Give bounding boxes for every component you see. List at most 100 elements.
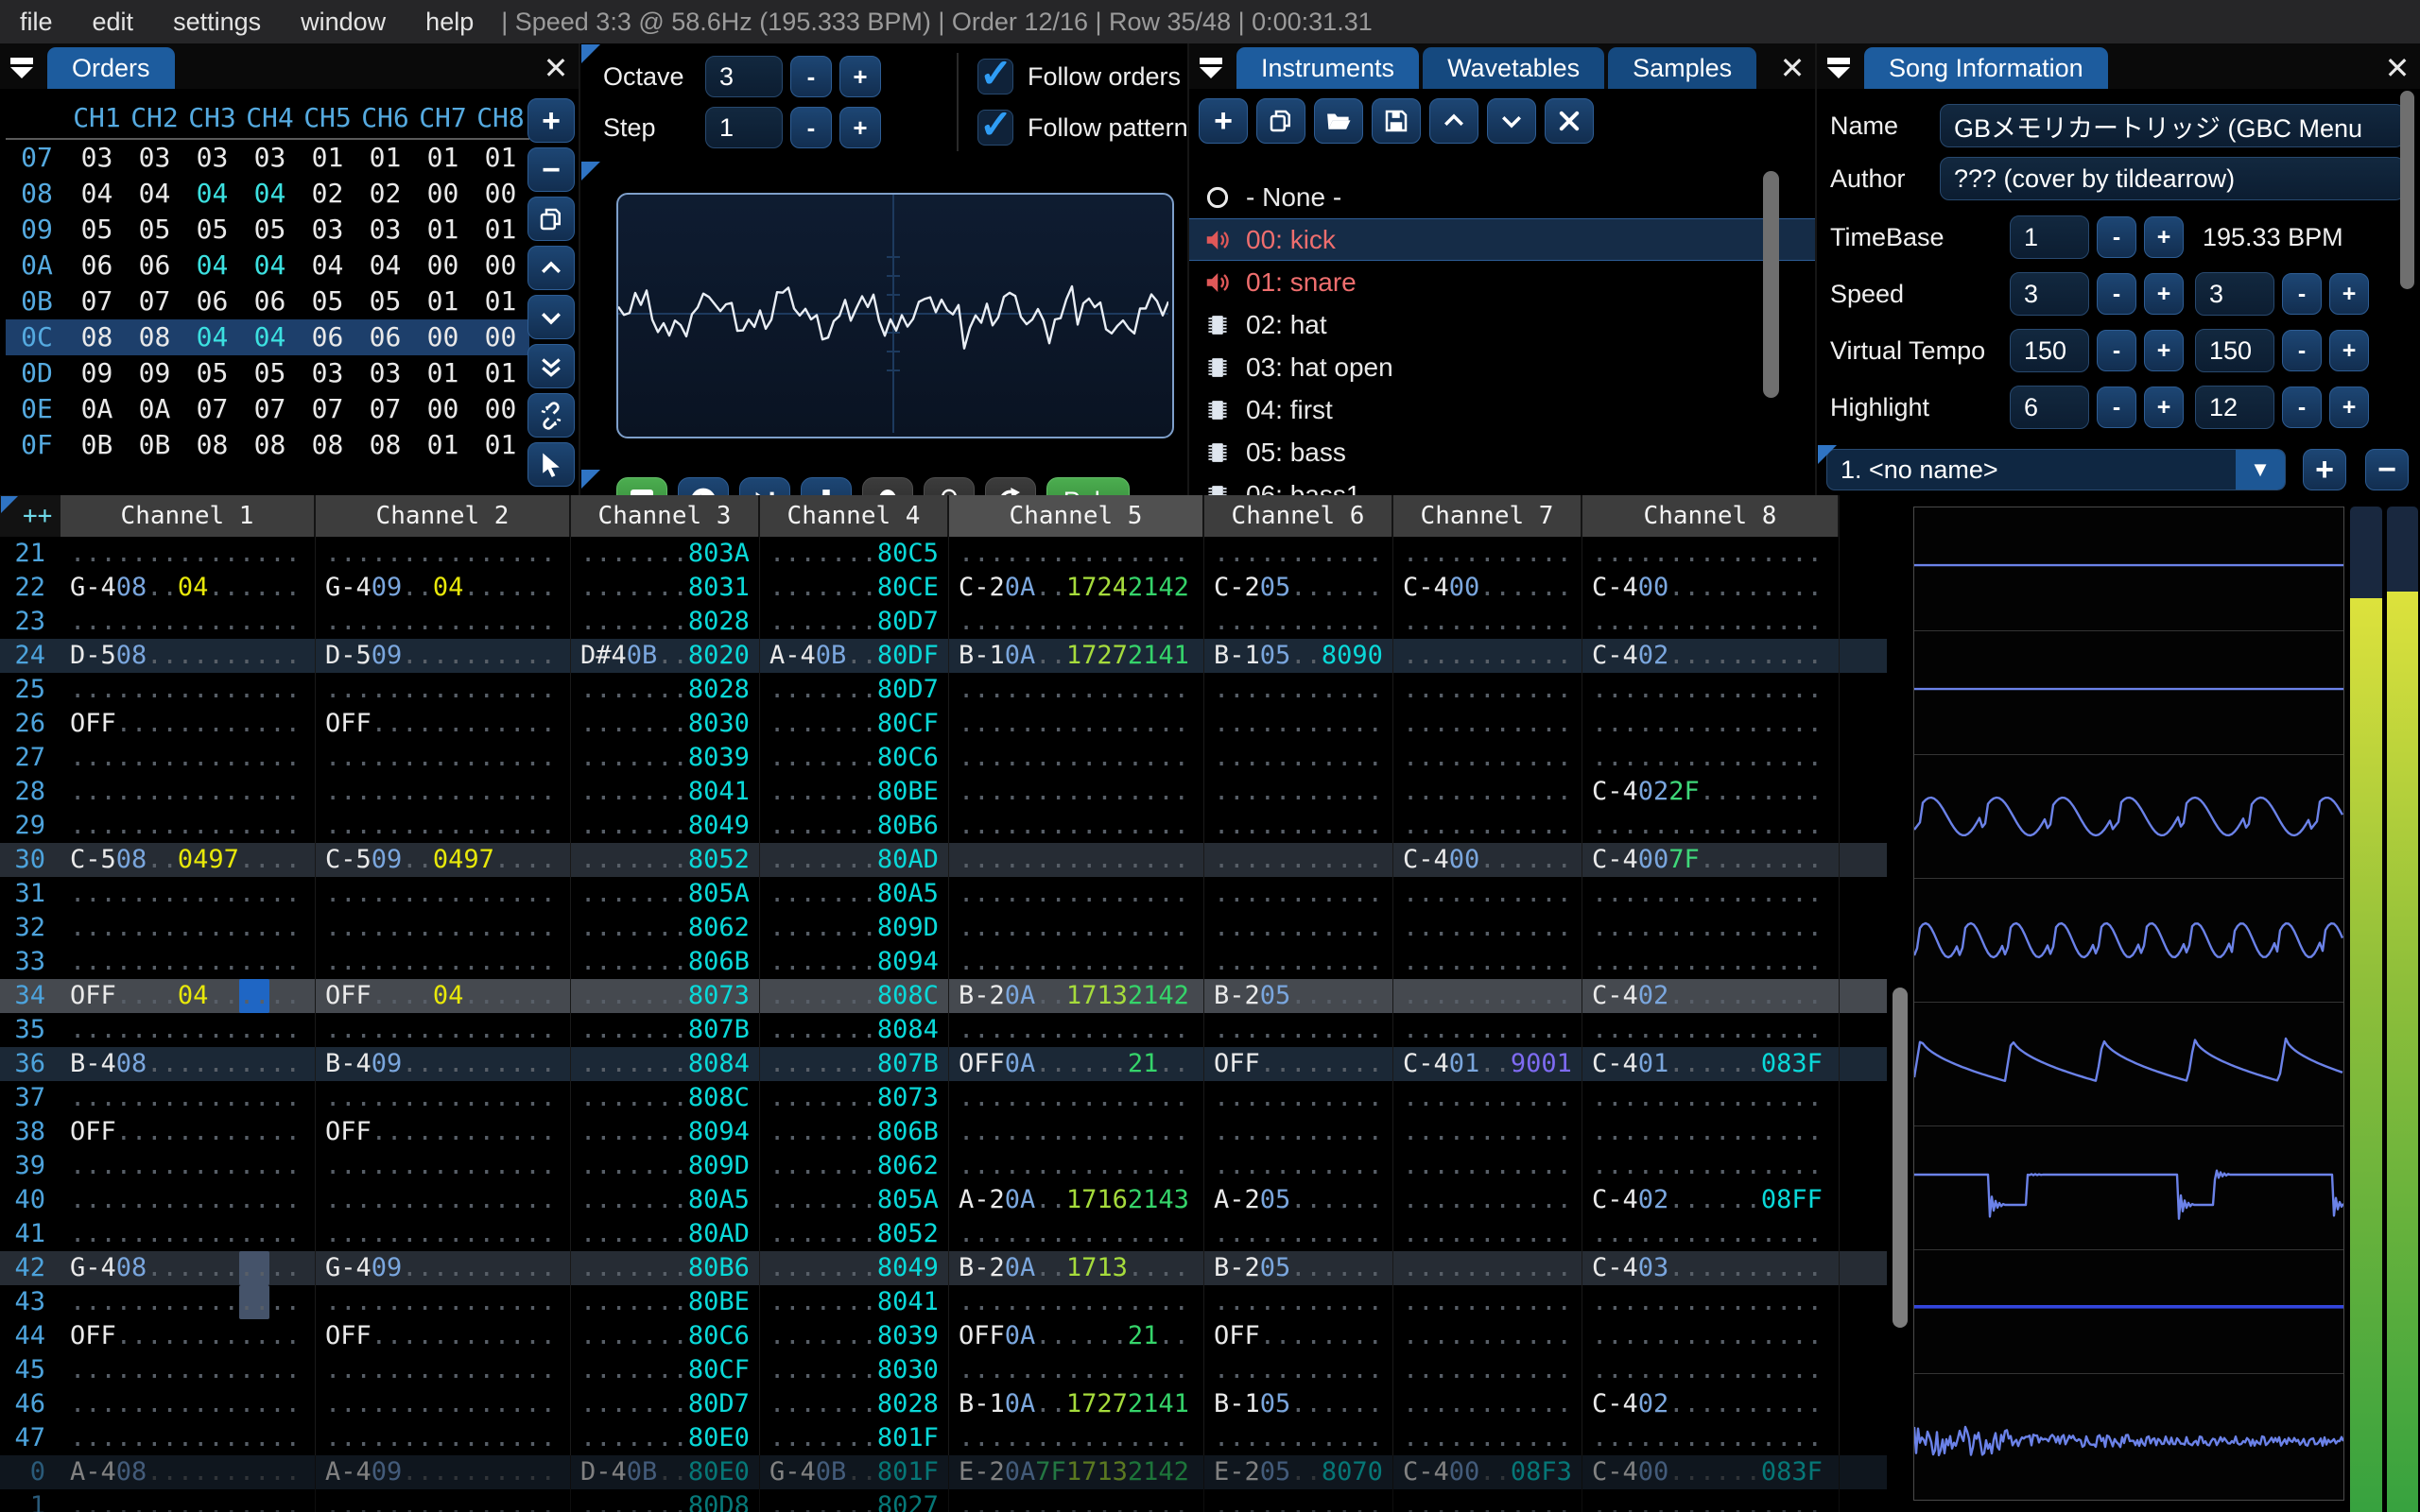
- order-cell[interactable]: 06: [241, 284, 299, 319]
- order-cell[interactable]: 01: [472, 355, 529, 391]
- pattern-cell[interactable]: G-408..........: [60, 1251, 316, 1285]
- pattern-cell[interactable]: ...........: [1204, 1217, 1393, 1251]
- pattern-cell[interactable]: .......8028: [571, 673, 760, 707]
- pattern-row[interactable]: 40.....................................8…: [0, 1183, 1887, 1217]
- order-cell[interactable]: 01: [414, 284, 472, 319]
- channel-header-4[interactable]: Channel 4: [760, 495, 949, 537]
- pattern-cell[interactable]: .......8030: [760, 1353, 949, 1387]
- highlight1-plus-button[interactable]: +: [2144, 387, 2184, 428]
- close-icon[interactable]: ✕: [2375, 47, 2420, 89]
- pattern-cell[interactable]: OFF............: [60, 1115, 316, 1149]
- pattern-cell[interactable]: ...............: [949, 741, 1204, 775]
- order-cell[interactable]: 06: [299, 319, 356, 355]
- pattern-cell[interactable]: ...............: [316, 1183, 571, 1217]
- pattern-cell[interactable]: ...........: [1393, 809, 1582, 843]
- orders-select-mode-button[interactable]: [527, 442, 575, 487]
- order-cell[interactable]: 04: [183, 319, 241, 355]
- order-cell[interactable]: 07: [356, 391, 414, 427]
- instrument-save-button[interactable]: [1372, 98, 1421, 144]
- pattern-cell[interactable]: ...............: [60, 1149, 316, 1183]
- pattern-cell[interactable]: C-403..........: [1582, 1251, 1840, 1285]
- order-cell[interactable]: 04: [241, 319, 299, 355]
- pattern-cell[interactable]: C-400......083F: [1582, 1455, 1840, 1489]
- order-cell[interactable]: 02: [356, 176, 414, 212]
- pattern-cell[interactable]: ...........: [1204, 537, 1393, 571]
- pattern-cell[interactable]: ...............: [60, 537, 316, 571]
- orders-row[interactable]: 0C0808040406060000: [6, 319, 529, 355]
- order-cell[interactable]: 05: [68, 212, 126, 248]
- order-cell[interactable]: 00: [414, 248, 472, 284]
- pattern-cell[interactable]: ...............: [949, 911, 1204, 945]
- pattern-cell[interactable]: ...........: [1393, 1183, 1582, 1217]
- pattern-cell[interactable]: E-205..8070: [1204, 1455, 1393, 1489]
- pattern-cell[interactable]: C-400..........: [1582, 571, 1840, 605]
- order-cell[interactable]: 02: [299, 176, 356, 212]
- order-cell[interactable]: 06: [126, 248, 183, 284]
- highlight1-value[interactable]: 6: [2010, 386, 2089, 429]
- order-cell[interactable]: 01: [414, 427, 472, 463]
- instrument-move-up-button[interactable]: [1429, 98, 1478, 144]
- instrument-item[interactable]: 04: first: [1189, 388, 1817, 431]
- pattern-cell[interactable]: ...............: [1582, 877, 1840, 911]
- pattern-cell[interactable]: .......8041: [760, 1285, 949, 1319]
- pattern-cell[interactable]: ...............: [60, 809, 316, 843]
- pattern-cell[interactable]: C-402......08FF: [1582, 1183, 1840, 1217]
- channel-header-3[interactable]: Channel 3: [571, 495, 760, 537]
- pattern-cell[interactable]: ...............: [1582, 1353, 1840, 1387]
- pattern-cell[interactable]: .......8031: [571, 571, 760, 605]
- pattern-cell[interactable]: C-400......: [1393, 843, 1582, 877]
- pattern-cell[interactable]: ...........: [1204, 877, 1393, 911]
- pattern-cell[interactable]: A-408..........: [60, 1455, 316, 1489]
- orders-row[interactable]: 080404040402020000: [6, 176, 529, 212]
- pattern-corner[interactable]: ++: [0, 495, 60, 537]
- pattern-row[interactable]: 21.....................................8…: [0, 537, 1887, 571]
- pattern-cell[interactable]: ...............: [316, 537, 571, 571]
- orders-move-down-button[interactable]: [527, 295, 575, 339]
- pattern-cell[interactable]: OFF0A......21..: [949, 1319, 1204, 1353]
- pattern-cell[interactable]: C-509..0497....: [316, 843, 571, 877]
- menu-item-edit[interactable]: edit: [73, 8, 154, 36]
- pattern-cell[interactable]: ...........: [1393, 707, 1582, 741]
- order-cell[interactable]: 04: [356, 248, 414, 284]
- pattern-row[interactable]: 33.....................................8…: [0, 945, 1887, 979]
- pattern-cell[interactable]: OFF............: [316, 1319, 571, 1353]
- pattern-cell[interactable]: .......80AD: [760, 843, 949, 877]
- pattern-cell[interactable]: ...............: [60, 1285, 316, 1319]
- pattern-row[interactable]: 34OFF....04......OFF....04.............8…: [0, 979, 1887, 1013]
- order-cell[interactable]: 03: [126, 140, 183, 176]
- pattern-cell[interactable]: ...........: [1204, 707, 1393, 741]
- pattern-cell[interactable]: ...............: [316, 1081, 571, 1115]
- pattern-cell[interactable]: .......8062: [760, 1149, 949, 1183]
- pattern-cell[interactable]: ...............: [60, 1387, 316, 1421]
- pattern-row[interactable]: 37.....................................8…: [0, 1081, 1887, 1115]
- pattern-cell[interactable]: ...............: [949, 843, 1204, 877]
- order-cell[interactable]: 0B: [126, 427, 183, 463]
- order-cell[interactable]: 01: [414, 212, 472, 248]
- highlight1-minus-button[interactable]: -: [2097, 387, 2136, 428]
- channel-header-7[interactable]: Channel 7: [1393, 495, 1582, 537]
- orders-row[interactable]: 0B0707060605050101: [6, 284, 529, 319]
- pattern-cell[interactable]: ...............: [1582, 945, 1840, 979]
- pattern-cell[interactable]: ...............: [60, 1183, 316, 1217]
- pattern-cell[interactable]: ...........: [1204, 673, 1393, 707]
- pattern-row[interactable]: 35.....................................8…: [0, 1013, 1887, 1047]
- order-cell[interactable]: 03: [68, 140, 126, 176]
- pattern-cell[interactable]: OFF............: [60, 1319, 316, 1353]
- pattern-cell[interactable]: A-20A..17162143: [949, 1183, 1204, 1217]
- order-cell[interactable]: 06: [356, 319, 414, 355]
- instrument-item[interactable]: 02: hat: [1189, 303, 1817, 346]
- pattern-cell[interactable]: ...............: [1582, 605, 1840, 639]
- menu-item-help[interactable]: help: [406, 8, 493, 36]
- pattern-cell[interactable]: .......807B: [571, 1013, 760, 1047]
- pattern-cell[interactable]: G-409..........: [316, 1251, 571, 1285]
- order-cell[interactable]: 07: [183, 391, 241, 427]
- pattern-cell[interactable]: ...............: [60, 1421, 316, 1455]
- pattern-cell[interactable]: ...............: [316, 1285, 571, 1319]
- order-cell[interactable]: 04: [183, 248, 241, 284]
- order-cell[interactable]: 05: [356, 284, 414, 319]
- order-cell[interactable]: 05: [183, 355, 241, 391]
- close-icon[interactable]: ✕: [533, 47, 579, 89]
- pattern-cell[interactable]: ...............: [949, 537, 1204, 571]
- pattern-row[interactable]: 29.....................................8…: [0, 809, 1887, 843]
- pattern-cell[interactable]: ...........: [1393, 945, 1582, 979]
